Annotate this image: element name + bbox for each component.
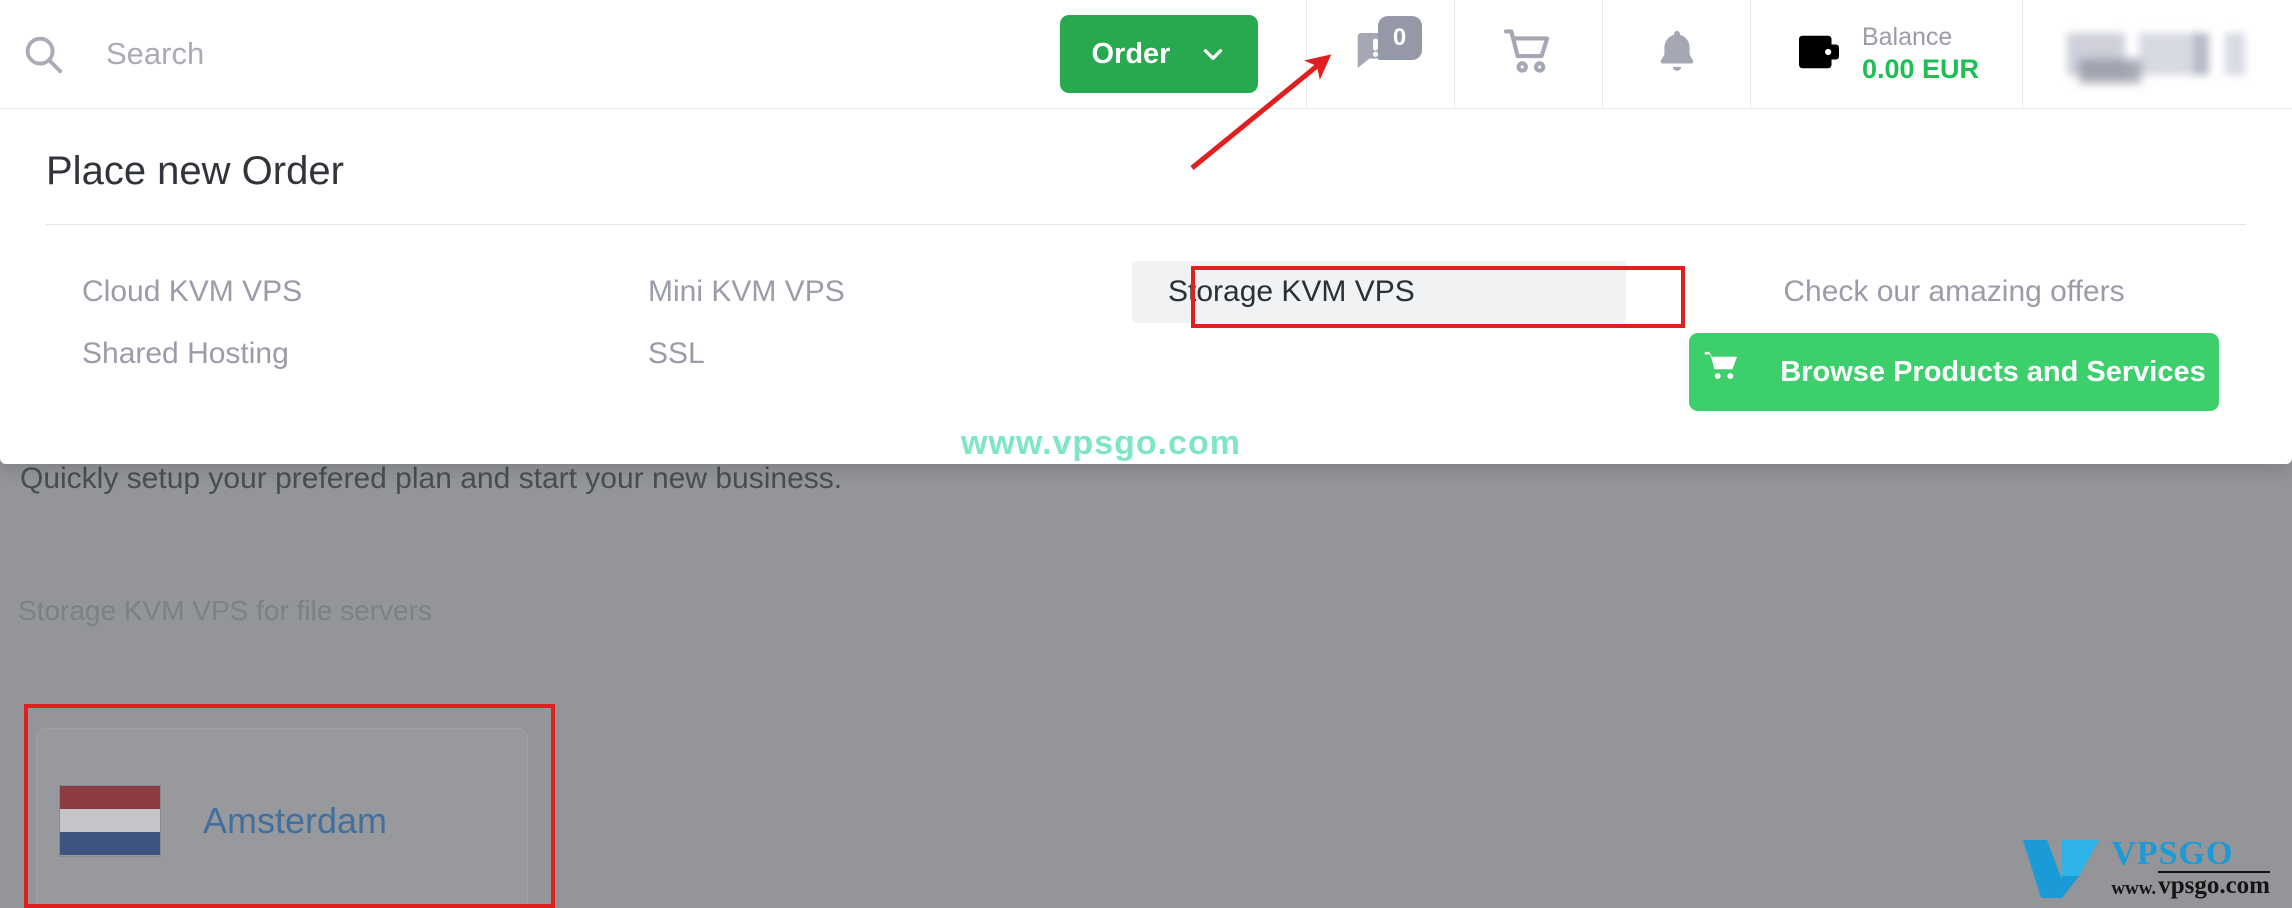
location-name: Amsterdam [203, 799, 388, 841]
order-links-column-1: Cloud KVM VPS Shared Hosting [46, 261, 612, 411]
watermark-logo-words: VPSGO www. vpsgo.com [2111, 834, 2270, 899]
cart-button[interactable] [1454, 0, 1602, 108]
location-card-inner: Amsterdam [37, 729, 527, 908]
watermark-brand: VPSGO [2111, 834, 2234, 872]
user-name-redacted [2053, 33, 2253, 75]
watermark-domain: vpsgo.com [2158, 870, 2270, 899]
top-navigation-bar: Order 0 [0, 0, 2292, 109]
chevron-down-icon [1200, 41, 1226, 67]
browse-products-button-label: Browse Products and Services [1780, 355, 2206, 388]
order-links-columns: Cloud KVM VPS Shared Hosting Mini KVM VP… [46, 225, 2246, 411]
order-link-shared-hosting[interactable]: Shared Hosting [46, 323, 612, 385]
background-tagline: Quickly setup your prefered plan and sta… [20, 462, 843, 495]
order-links-column-2: Mini KVM VPS SSL [612, 261, 1132, 411]
order-link-storage-kvm-vps[interactable]: Storage KVM VPS [1132, 261, 1626, 323]
user-menu-button[interactable] [2022, 0, 2292, 108]
balance-label: Balance [1861, 22, 1953, 51]
order-panel-body: Place new Order Cloud KVM VPS Shared Hos… [0, 109, 2292, 411]
order-link-cloud-kvm-vps[interactable]: Cloud KVM VPS [46, 261, 612, 323]
support-ticket-icon: 0 [1350, 16, 1422, 82]
watermark-www: www. [2111, 877, 2157, 899]
cta-text: Check our amazing offers [1783, 275, 2125, 308]
order-dropdown-panel: Order 0 [0, 0, 2292, 464]
order-link-mini-kvm-vps[interactable]: Mini KVM VPS [612, 261, 1132, 323]
order-link-ssl[interactable]: SSL [612, 323, 1132, 385]
balance-amount: 0.00 EUR [1861, 53, 1980, 84]
order-button-label: Order [1091, 37, 1171, 70]
balance-text: Balance 0.00 EUR [1862, 22, 1979, 87]
location-card-amsterdam[interactable]: Amsterdam [36, 728, 528, 908]
order-button-area: Order [1050, 0, 1306, 108]
search-input[interactable] [106, 36, 906, 72]
search-area[interactable] [0, 0, 1050, 108]
browse-products-button[interactable]: Browse Products and Services [1689, 333, 2219, 411]
watermark-url-row: www. vpsgo.com [2111, 870, 2270, 899]
balance-button[interactable]: Balance 0.00 EUR [1750, 0, 2022, 108]
order-links-column-3: Storage KVM VPS [1132, 261, 1662, 411]
order-cta-column: Check our amazing offers Browse Products… [1662, 261, 2246, 411]
app-root: Quickly setup your prefered plan and sta… [0, 0, 2292, 908]
page-title: Place new Order [46, 149, 344, 193]
vpsgo-v-logo-icon [2021, 836, 2103, 898]
watermark-text: www.vpsgo.com [961, 424, 1242, 462]
netherlands-flag-icon [59, 784, 161, 857]
shopping-cart-icon [1500, 23, 1558, 86]
notifications-button[interactable] [1602, 0, 1750, 108]
shopping-cart-icon [1702, 347, 1744, 397]
wallet-icon [1794, 27, 1844, 82]
watermark-logo: VPSGO www. vpsgo.com [2021, 836, 2270, 898]
support-tickets-button[interactable]: 0 [1306, 0, 1454, 108]
bell-icon [1650, 25, 1704, 84]
search-icon[interactable] [20, 31, 66, 77]
background-section-title: Storage KVM VPS for file servers [18, 595, 432, 626]
order-button[interactable]: Order [1060, 15, 1258, 93]
support-ticket-badge: 0 [1377, 16, 1422, 60]
